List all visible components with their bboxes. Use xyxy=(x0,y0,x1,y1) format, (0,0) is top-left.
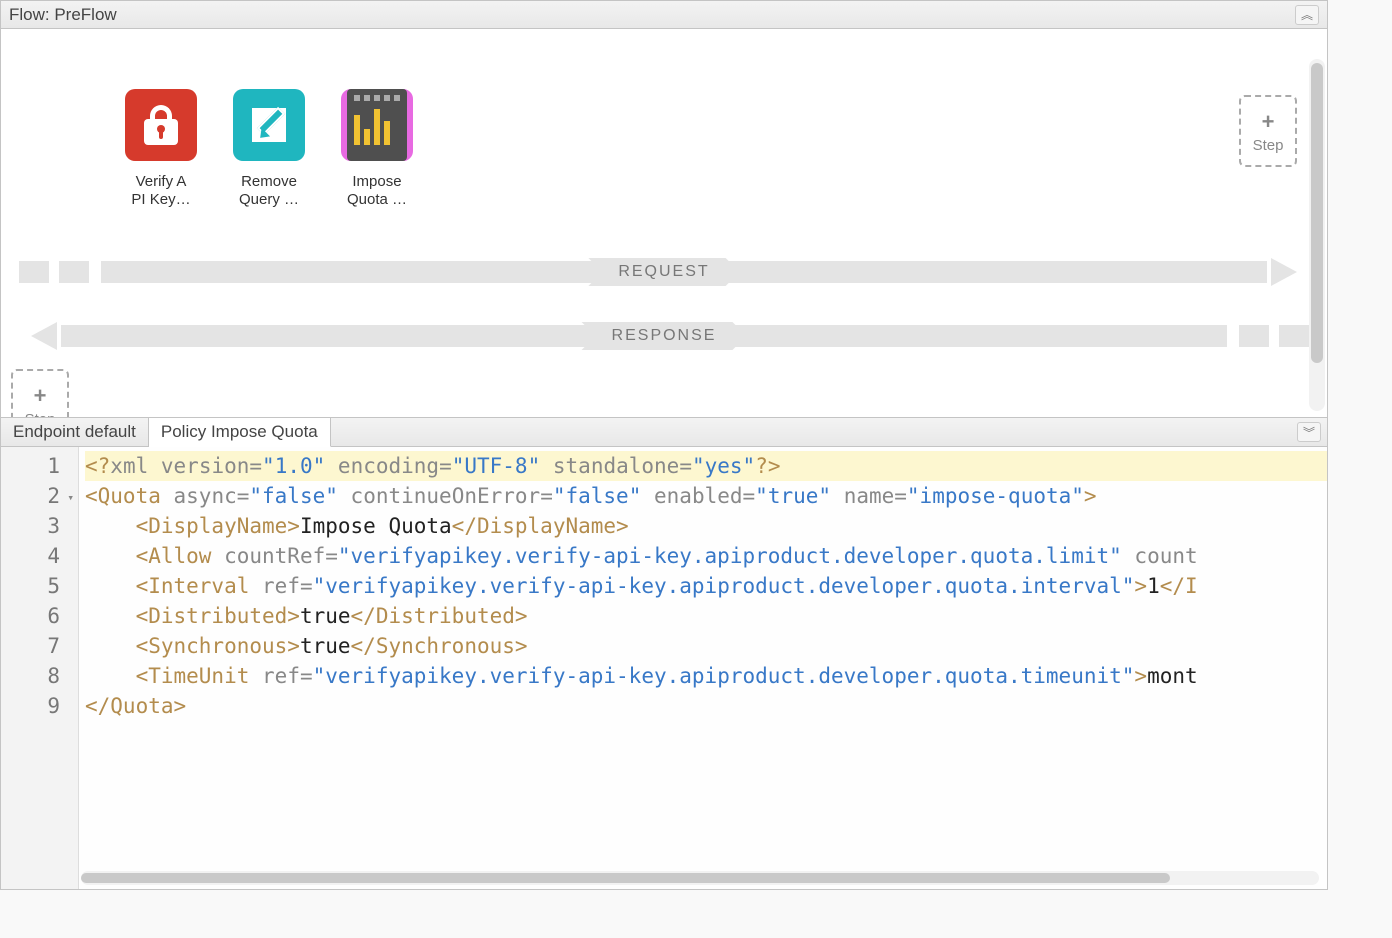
tab-endpoint-default[interactable]: Endpoint default xyxy=(1,418,149,446)
editor-tabs: Endpoint default Policy Impose Quota ︾ xyxy=(1,417,1327,447)
chevron-up-icon: ︽ xyxy=(1301,6,1313,23)
arrow-right-icon xyxy=(1271,258,1297,286)
step-remove-query[interactable]: Remove Query … xyxy=(229,89,309,209)
flow-dash xyxy=(19,261,89,283)
step-label: Impose xyxy=(352,173,401,191)
tab-policy-impose-quota[interactable]: Policy Impose Quota xyxy=(149,418,331,447)
selected-step xyxy=(341,89,413,161)
step-impose-quota[interactable]: Impose Quota … xyxy=(337,89,417,209)
canvas-scrollbar[interactable] xyxy=(1309,59,1325,411)
add-step-request[interactable]: + Step xyxy=(1239,95,1297,167)
step-label: Remove xyxy=(241,173,297,191)
collapse-toggle[interactable]: ︽ xyxy=(1295,5,1319,25)
pencil-icon xyxy=(233,89,305,161)
request-label: REQUEST xyxy=(588,258,739,286)
scroll-thumb[interactable] xyxy=(81,873,1170,883)
expand-toggle[interactable]: ︾ xyxy=(1297,422,1321,442)
scroll-thumb[interactable] xyxy=(1311,63,1323,363)
lock-icon xyxy=(125,89,197,161)
flow-panel: Flow: PreFlow ︽ Verify A PI Key… Remove … xyxy=(0,0,1328,890)
add-step-label: Step xyxy=(1253,137,1284,154)
plus-icon: + xyxy=(34,383,47,409)
step-verify-api-key[interactable]: Verify A PI Key… xyxy=(121,89,201,209)
editor-h-scrollbar[interactable] xyxy=(81,871,1319,885)
line-gutter: 1 2 3 4 5 6 7 8 9 ▾ xyxy=(1,447,79,889)
code-editor[interactable]: 1 2 3 4 5 6 7 8 9 ▾ <?xml version="1.0" … xyxy=(1,447,1327,889)
panel-title: Flow: PreFlow xyxy=(9,5,117,25)
quota-icon xyxy=(347,89,407,161)
add-step-response[interactable]: + Step xyxy=(11,369,69,417)
code-content[interactable]: <?xml version="1.0" encoding="UTF-8" sta… xyxy=(79,447,1327,889)
flow-dash xyxy=(1239,325,1309,347)
step-label: Quota … xyxy=(347,191,407,209)
arrow-left-icon xyxy=(31,322,57,350)
policy-steps: Verify A PI Key… Remove Query … xyxy=(121,89,417,209)
panel-header: Flow: PreFlow ︽ xyxy=(1,1,1327,29)
plus-icon: + xyxy=(1262,109,1275,135)
step-label: PI Key… xyxy=(131,191,190,209)
step-label: Query … xyxy=(239,191,299,209)
flow-canvas[interactable]: Verify A PI Key… Remove Query … xyxy=(1,29,1327,417)
chevron-down-icon: ︾ xyxy=(1303,424,1315,441)
fold-icon[interactable]: ▾ xyxy=(67,483,74,513)
step-label: Verify A xyxy=(136,173,187,191)
response-label: RESPONSE xyxy=(582,322,747,350)
add-step-label: Step xyxy=(25,411,56,418)
